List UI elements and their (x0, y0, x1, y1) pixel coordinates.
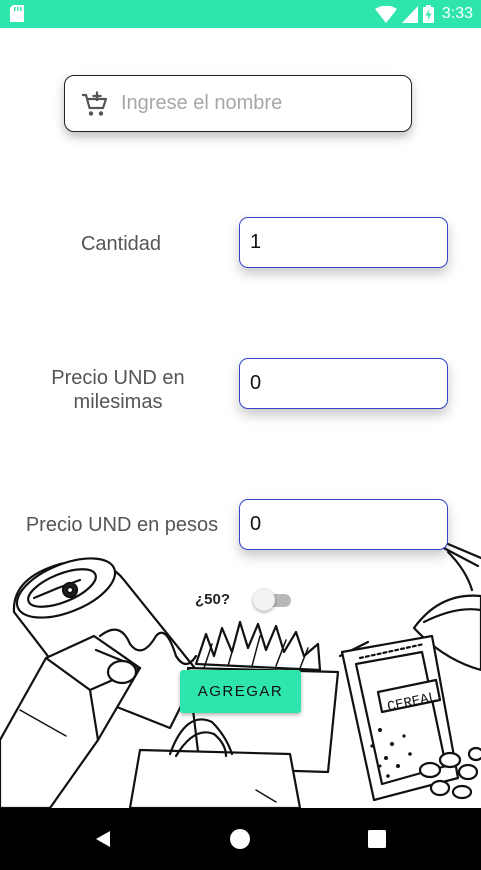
precio-milesimas-label-line1: Precio UND en (51, 367, 185, 389)
sd-card-icon (10, 5, 24, 22)
recents-icon (368, 830, 386, 848)
precio-milesimas-input[interactable] (240, 359, 447, 408)
wifi-icon (374, 5, 397, 23)
precio-pesos-input[interactable] (240, 500, 447, 549)
precio-pesos-label: Precio UND en pesos (25, 514, 219, 536)
home-icon (230, 829, 250, 849)
status-bar: 3:33 (0, 0, 481, 28)
signal-icon (401, 5, 418, 23)
navigation-bar (0, 808, 481, 870)
recents-button[interactable] (362, 824, 392, 854)
product-name-field[interactable] (64, 75, 412, 132)
add-button[interactable]: AGREGAR (180, 670, 301, 713)
back-button[interactable] (88, 824, 118, 854)
battery-charging-icon (422, 5, 434, 23)
toggle-50-switch[interactable] (253, 589, 293, 611)
back-icon (96, 831, 110, 847)
status-time: 3:33 (441, 5, 473, 22)
home-button[interactable] (225, 824, 255, 854)
cantidad-label: Cantidad (80, 233, 162, 255)
add-shopping-cart-icon (82, 91, 108, 116)
cantidad-input[interactable] (240, 218, 447, 267)
product-name-input[interactable] (121, 76, 401, 131)
precio-pesos-field[interactable] (239, 499, 448, 550)
precio-milesimas-label-line2: milesimas (73, 391, 163, 413)
cantidad-field[interactable] (239, 217, 448, 268)
switch-thumb (253, 589, 275, 611)
precio-milesimas-field[interactable] (239, 358, 448, 409)
precio-milesimas-label: Precio UND en milesimas (40, 366, 196, 414)
toggle-50-label: ¿50? (195, 591, 231, 608)
